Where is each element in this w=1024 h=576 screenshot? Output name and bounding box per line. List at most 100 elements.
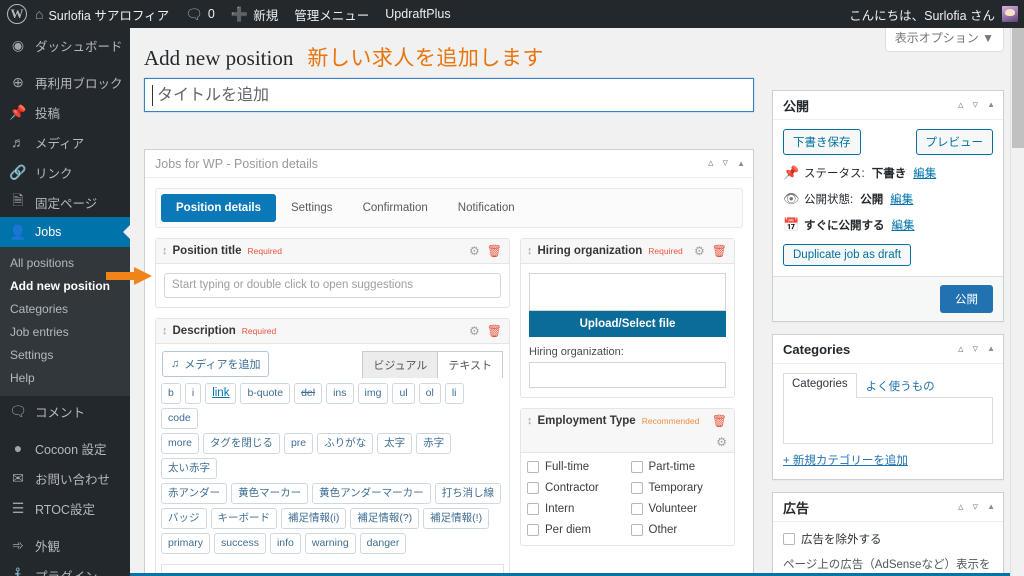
sidebar-item-posts[interactable]: 📌 投稿 [0,97,130,127]
duplicate-job-as-draft-button[interactable]: Duplicate job as draft [783,244,912,266]
quicktag-button[interactable]: タグを閉じる [202,433,280,454]
quicktag-button[interactable]: warning [304,533,356,554]
quicktag-button[interactable]: 太い赤字 [161,458,217,479]
move-up-icon[interactable]: ▵ [958,501,964,513]
tab-text-editor[interactable]: テキスト [437,351,503,378]
wordpress-logo-icon[interactable]: W [7,4,27,24]
sidebar-item-categories[interactable]: Categories [0,298,130,321]
quicktag-button[interactable]: img [357,383,389,404]
post-title-input[interactable]: タイトルを追加 [144,78,754,112]
sidebar-item-plugins[interactable]: ⚓ プラグイン [0,560,130,576]
sidebar-item-rtoc-settings[interactable]: ☰ RTOC設定 [0,493,130,523]
sidebar-item-reusable-blocks[interactable]: ⊕ 再利用ブロック [0,67,130,97]
checkbox-box[interactable] [783,533,795,545]
schedule-edit-link[interactable]: 編集 [892,217,915,233]
tab-position-details[interactable]: Position details [161,194,276,222]
move-up-icon[interactable]: ▵ [958,343,964,355]
quicktag-button[interactable]: li [444,383,464,404]
publish-button[interactable]: 公開 [940,285,993,313]
quicktag-button[interactable]: キーボード [210,508,277,529]
add-media-button[interactable]: ♫ メディアを追加 [162,351,270,377]
toggle-panel-icon[interactable]: ▲ [987,503,995,511]
checkbox-contractor[interactable]: Contractor [527,482,631,494]
visibility-edit-link[interactable]: 編集 [890,191,913,207]
quicktag-button[interactable]: 黄色アンダーマーカー [312,483,431,504]
quicktag-button[interactable]: del [294,383,323,404]
sidebar-item-appearance[interactable]: ➾ 外観 [0,530,130,560]
sidebar-item-comments[interactable]: 🗨 コメント [0,396,130,426]
trash-icon[interactable]: 🗑 [487,324,502,338]
quicktag-button[interactable]: 黄色マーカー [231,483,309,504]
quicktag-button[interactable]: ol [418,383,441,404]
quicktag-button[interactable]: 補足情報(!) [423,508,490,529]
exclude-ads-checkbox[interactable]: 広告を除外する [783,531,993,547]
tab-all-categories[interactable]: Categories [783,373,857,398]
quicktag-button[interactable]: b-quote [240,383,291,404]
sidebar-item-pages[interactable]: 🗎 固定ページ [0,187,130,217]
move-down-icon[interactable]: ▿ [973,501,979,513]
checkbox-temporary[interactable]: Temporary [630,482,735,494]
quicktag-button[interactable]: ul [392,383,415,404]
adminbar-updraftplus[interactable]: UpdraftPlus [377,0,458,28]
quicktag-button[interactable]: info [269,533,301,554]
tab-most-used[interactable]: よく使うもの [857,373,944,398]
gear-icon[interactable]: ⚙ [469,244,480,258]
toggle-panel-icon[interactable]: ▲ [987,101,995,109]
quicktag-button[interactable]: b [161,383,181,404]
quicktag-button[interactable]: ins [326,383,354,404]
drag-handle-icon[interactable]: ↕ [527,245,532,257]
quicktag-button[interactable]: 補足情報(?) [350,508,420,529]
quicktag-button[interactable]: more [161,433,199,454]
hiring-organization-input[interactable] [529,362,726,388]
checkbox-other[interactable]: Other [630,524,735,536]
tab-visual-editor[interactable]: ビジュアル [362,351,439,378]
add-new-category-link[interactable]: + 新規カテゴリーを追加 [783,452,908,468]
checkbox-full-time[interactable]: Full-time [527,461,631,473]
quicktag-button[interactable]: 補足情報(i) [281,508,347,529]
checkbox-box[interactable] [630,482,643,494]
scrollbar-thumb[interactable] [1012,28,1024,148]
preview-button[interactable]: プレビュー [915,129,993,155]
adminbar-new[interactable]: ➕ 新規 [223,0,286,28]
sidebar-item-links[interactable]: 🔗 リンク [0,157,130,187]
quicktag-button[interactable]: 太字 [377,433,413,454]
drag-handle-icon[interactable]: ↕ [162,245,167,257]
move-down-icon[interactable]: ▿ [973,99,979,111]
checkbox-per-diem[interactable]: Per diem [527,524,631,536]
position-title-input[interactable]: Start typing or double click to open sug… [164,273,501,298]
drag-handle-icon[interactable]: ↕ [527,415,532,427]
quicktag-button[interactable]: ふりがな [317,433,374,454]
categories-checklist[interactable] [783,398,993,444]
sidebar-item-help[interactable]: Help [0,367,130,390]
gear-icon[interactable]: ⚙ [694,244,705,258]
sidebar-item-dashboard[interactable]: ◉ ダッシュボード [0,30,130,60]
adminbar-account[interactable]: こんにちは、Surlofia さん [849,5,1024,24]
checkbox-box[interactable] [630,461,643,473]
checkbox-box[interactable] [527,482,539,494]
sidebar-item-cocoon-settings[interactable]: ● Cocoon 設定 [0,433,130,463]
checkbox-box[interactable] [527,461,539,473]
quicktag-button[interactable]: code [161,408,198,429]
checkbox-box[interactable] [527,524,539,536]
quicktag-button[interactable]: 赤アンダー [161,483,228,504]
tab-notification[interactable]: Notification [443,194,530,222]
save-draft-button[interactable]: 下書き保存 [783,129,861,155]
checkbox-box[interactable] [630,524,643,536]
adminbar-site-name[interactable]: ⌂ Surlofia サアロフィア [27,0,177,28]
tab-settings[interactable]: Settings [276,194,348,222]
toggle-panel-icon[interactable]: ▲ [737,159,745,168]
checkbox-box[interactable] [527,503,539,515]
gear-icon[interactable]: ⚙ [716,435,727,449]
status-edit-link[interactable]: 編集 [913,165,936,181]
sidebar-item-contact[interactable]: ✉ お問い合わせ [0,463,130,493]
checkbox-volunteer[interactable]: Volunteer [630,503,735,515]
quicktag-button[interactable]: バッジ [161,508,207,529]
move-up-icon[interactable]: ▵ [958,99,964,111]
toggle-panel-icon[interactable]: ▲ [987,345,995,353]
quicktag-button[interactable]: 赤字 [416,433,452,454]
quicktag-button[interactable]: pre [283,433,314,454]
trash-icon[interactable]: 🗑 [712,414,727,428]
sidebar-item-settings[interactable]: Settings [0,344,130,367]
checkbox-part-time[interactable]: Part-time [630,461,735,473]
move-up-icon[interactable]: ▵ [708,158,714,169]
